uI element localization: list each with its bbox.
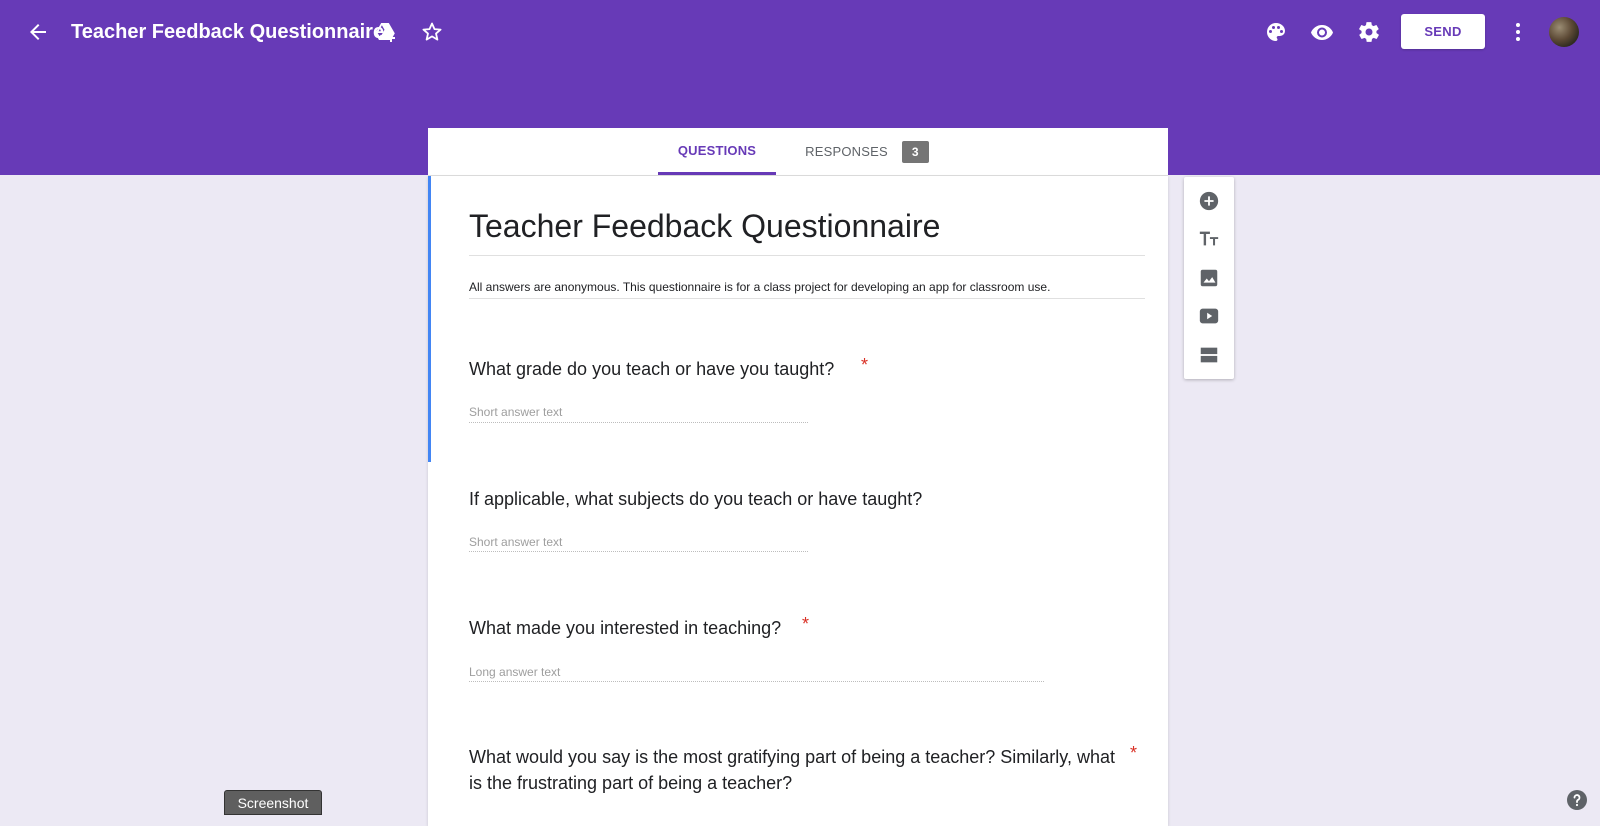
question-3-text[interactable]: What made you interested in teaching? — [469, 615, 781, 641]
avatar[interactable] — [1549, 17, 1579, 47]
help-icon[interactable] — [1567, 790, 1587, 810]
tab-questions[interactable]: QUESTIONS — [658, 128, 776, 175]
settings-gear-icon[interactable] — [1357, 20, 1381, 44]
drive-add-icon[interactable] — [373, 20, 397, 44]
tab-bar: QUESTIONS RESPONSES 3 — [428, 128, 1168, 176]
question-4-text[interactable]: What would you say is the most gratifyin… — [469, 744, 1119, 796]
question-3-answer-line — [469, 681, 1044, 682]
document-title[interactable]: Teacher Feedback Questionnaire — [71, 19, 384, 45]
preview-eye-icon[interactable] — [1310, 20, 1334, 44]
required-asterisk: * — [802, 614, 810, 634]
title-divider — [469, 255, 1145, 256]
side-toolbar — [1184, 177, 1234, 379]
tab-responses[interactable]: RESPONSES 3 — [797, 128, 937, 175]
question-1-answer-line — [469, 422, 808, 423]
back-arrow-icon[interactable] — [26, 20, 50, 44]
tab-responses-label: RESPONSES — [805, 144, 888, 159]
palette-icon[interactable] — [1264, 20, 1288, 44]
add-section-icon[interactable] — [1197, 343, 1221, 367]
add-title-icon[interactable] — [1197, 227, 1221, 251]
question-1-answer-hint: Short answer text — [469, 405, 563, 419]
question-2-answer-line — [469, 551, 808, 552]
tab-questions-label: QUESTIONS — [677, 142, 757, 158]
question-1-text[interactable]: What grade do you teach or have you taug… — [469, 356, 834, 382]
question-3-answer-hint: Long answer text — [469, 665, 561, 679]
form-title[interactable]: Teacher Feedback Questionnaire — [469, 206, 940, 246]
responses-count-badge: 3 — [901, 140, 929, 163]
add-question-icon[interactable] — [1197, 189, 1221, 213]
star-icon[interactable] — [420, 20, 444, 44]
more-vert-icon[interactable] — [1508, 20, 1528, 44]
required-asterisk: * — [1130, 743, 1138, 763]
screenshot-button[interactable]: Screenshot — [224, 790, 322, 815]
add-video-icon[interactable] — [1197, 304, 1221, 328]
question-2-text[interactable]: If applicable, what subjects do you teac… — [469, 486, 922, 512]
form-description[interactable]: All answers are anonymous. This question… — [469, 280, 1050, 294]
description-divider — [469, 298, 1145, 299]
active-item-indicator — [428, 176, 431, 462]
add-image-icon[interactable] — [1197, 266, 1221, 290]
send-button[interactable]: SEND — [1401, 14, 1485, 49]
required-asterisk: * — [861, 355, 869, 375]
question-2-answer-hint: Short answer text — [469, 535, 563, 549]
